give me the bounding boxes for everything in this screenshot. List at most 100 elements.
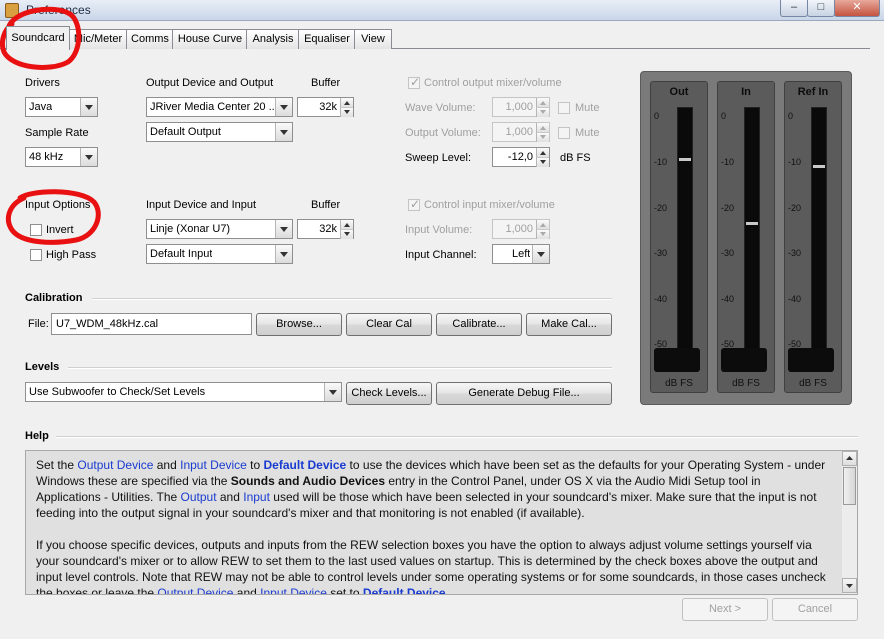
output-buffer-spinner[interactable]: 32k [297,97,354,117]
help-divider [56,436,858,438]
meter-unit: dB FS [665,378,693,389]
input-volume-label: Input Volume: [405,224,473,236]
tab-analysis[interactable]: Analysis [246,29,300,49]
help-highlight-text: Default Device [362,586,446,595]
spinner-down-icon[interactable] [536,157,549,167]
chevron-down-icon [80,148,97,166]
control-input-mixer-checkbox[interactable] [408,197,420,211]
check-levels-button[interactable]: Check Levels... [346,382,432,405]
spinner-down-icon[interactable] [340,229,353,239]
wave-mute-checkbox[interactable] [558,102,570,114]
wave-mute-label: Mute [575,102,600,114]
meter-title: In [741,86,751,98]
tab-house-curve[interactable]: House Curve [172,29,248,49]
scroll-up-icon[interactable] [842,451,857,466]
output-volume-spinner[interactable]: 1,000 [492,122,550,142]
help-highlight-text: Sounds and Audio Devices [230,474,386,488]
levels-heading: Levels [25,361,60,373]
meter-tick: 0 [721,111,727,121]
minimize-button[interactable]: – [780,0,808,17]
invert-checkbox[interactable] [30,224,42,236]
help-text: Set the Output Device and Input Device t… [36,457,826,595]
cal-file-field[interactable]: U7_WDM_48kHz.cal [51,313,252,335]
input-volume-spinner[interactable]: 1,000 [492,219,550,239]
scroll-thumb[interactable] [843,467,856,505]
spinner-up-icon[interactable] [536,220,549,229]
meter-tick: -10 [788,157,802,167]
input-options-label: Input Options [25,199,91,211]
spinner-up-icon[interactable] [536,148,549,157]
meter-title: Out [669,86,689,98]
calibration-divider [92,298,612,300]
title-bar: Preferences – □ ✕ [0,0,884,21]
sweep-level-spinner[interactable]: -12,0 [492,147,550,167]
invert-label: Invert [46,224,74,236]
sample-rate-label: Sample Rate [25,127,89,139]
levels-mode-value: Use Subwoofer to Check/Set Levels [29,386,206,398]
input-buffer-value: 32k [319,223,337,235]
spinner-up-icon[interactable] [340,220,353,229]
spinner-up-icon[interactable] [536,98,549,107]
spinner-down-icon[interactable] [340,107,353,117]
sweep-level-label: Sweep Level: [405,152,472,164]
calibration-heading: Calibration [25,292,83,304]
input-device-select[interactable]: Linje (Xonar U7) [146,219,293,239]
next-button[interactable]: Next > [682,598,768,621]
make-cal-button[interactable]: Make Cal... [526,313,612,336]
spinner-down-icon[interactable] [536,229,549,239]
control-output-mixer-checkbox[interactable] [408,75,420,89]
tab-soundcard[interactable]: Soundcard [6,26,70,50]
app-icon [5,3,19,18]
drivers-select[interactable]: Java [25,97,98,117]
cancel-button[interactable]: Cancel [772,598,858,621]
levels-divider [68,367,612,369]
tab-view[interactable]: View [354,29,392,49]
output-mute-checkbox[interactable] [558,127,570,139]
input-volume-value: 1,000 [505,223,533,235]
spinner-down-icon[interactable] [536,107,549,117]
output-mute-label: Mute [575,127,600,139]
help-text-run: to [246,458,264,472]
meter-ref-in: Ref In 0 -10 -20 -30 -40 -50 dB FS [784,81,842,393]
meter-tick: -20 [788,203,802,213]
input-buffer-label: Buffer [311,199,341,211]
scroll-down-icon[interactable] [842,578,857,593]
tab-comms[interactable]: Comms [126,29,174,49]
chevron-down-icon [80,98,97,116]
input-buffer-spinner[interactable]: 32k [297,219,354,239]
help-scrollbar[interactable] [842,450,858,595]
meter-tick: -20 [721,203,735,213]
clear-cal-button[interactable]: Clear Cal [346,313,432,336]
tab-mic-meter[interactable]: Mic/Meter [68,29,128,49]
high-pass-checkbox[interactable] [30,249,42,261]
help-text-run: . [445,586,449,595]
spinner-down-icon[interactable] [536,132,549,142]
output-device-select[interactable]: JRiver Media Center 20 ... [146,97,293,117]
help-highlight-text: Input [243,490,270,504]
spinner-up-icon[interactable] [536,123,549,132]
input-value: Default Input [150,248,213,260]
maximize-button[interactable]: □ [807,0,835,17]
meter-level-bar [679,158,691,161]
wave-volume-spinner[interactable]: 1,000 [492,97,550,117]
level-meters-panel: Out 0 -10 -20 -30 -40 -50 dB FS In 0 -10… [640,71,852,405]
input-select[interactable]: Default Input [146,244,293,264]
output-device-label: Output Device and Output [146,77,274,89]
sample-rate-select[interactable]: 48 kHz [25,147,98,167]
output-volume-label: Output Volume: [405,127,481,139]
spinner-up-icon[interactable] [340,98,353,107]
meter-tick: -40 [654,294,668,304]
levels-mode-select[interactable]: Use Subwoofer to Check/Set Levels [25,382,342,402]
browse-button[interactable]: Browse... [256,313,342,336]
close-button[interactable]: ✕ [834,0,880,17]
output-select[interactable]: Default Output [146,122,293,142]
help-text-run: and [216,490,244,504]
meter-in: In 0 -10 -20 -30 -40 -50 dB FS [717,81,775,393]
help-text-area[interactable]: Set the Output Device and Input Device t… [25,450,844,595]
high-pass-label: High Pass [46,249,97,261]
output-value: Default Output [150,126,221,138]
calibrate-button[interactable]: Calibrate... [436,313,522,336]
input-channel-select[interactable]: Left [492,244,550,264]
tab-equaliser[interactable]: Equaliser [298,29,356,49]
generate-debug-button[interactable]: Generate Debug File... [436,382,612,405]
